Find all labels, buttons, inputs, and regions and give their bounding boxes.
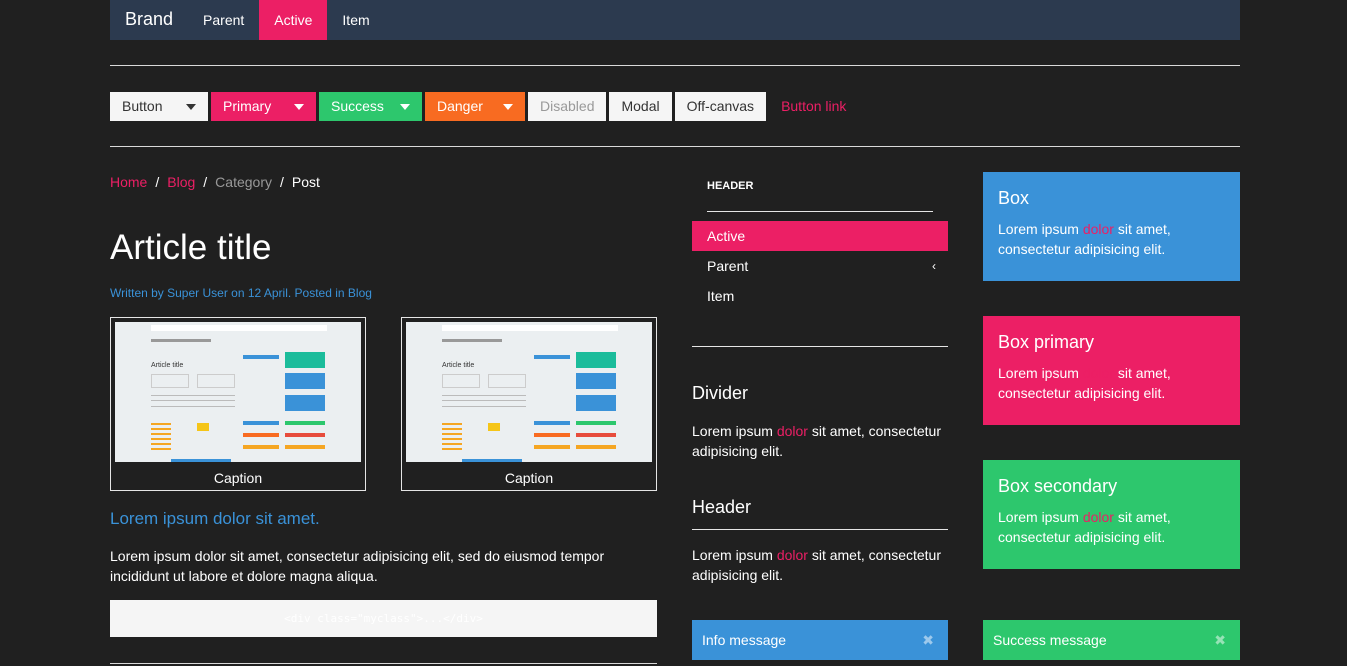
success-alert: Success message ✖ xyxy=(983,620,1240,660)
box-text: Lorem ipsum dolor sit amet, consectetur … xyxy=(998,365,1171,401)
nav-divider xyxy=(707,211,933,212)
code-block: <div class="myclass">...</div> xyxy=(110,600,657,637)
alert-text: Info message xyxy=(702,632,787,648)
breadcrumb-post: Post xyxy=(291,174,320,190)
page-container: Brand Parent Active Item Button Primary … xyxy=(110,0,1240,664)
thumbnail-image: Article title xyxy=(115,322,361,462)
breadcrumb: Home / Blog / Category / Post xyxy=(110,174,320,190)
divider xyxy=(110,65,1240,66)
caret-down-icon xyxy=(400,103,410,110)
navbar: Brand Parent Active Item xyxy=(110,0,1240,40)
divider xyxy=(110,663,657,664)
lead-link[interactable]: Lorem ipsum dolor sit amet. xyxy=(110,509,320,529)
side-nav-item-label: Parent xyxy=(707,258,749,274)
info-alert: Info message ✖ xyxy=(692,620,948,660)
box-title: Box secondary xyxy=(998,476,1118,496)
breadcrumb-home[interactable]: Home xyxy=(110,174,147,190)
article-title: Article title xyxy=(110,228,272,267)
article-meta: Written by Super User on 12 April. Poste… xyxy=(110,286,372,300)
danger-label: Danger xyxy=(437,98,483,114)
box-text: Lorem ipsum dolor sit amet, consectetur … xyxy=(998,509,1171,545)
button-label: Button xyxy=(122,98,163,114)
panel-text: Lorem ipsum dolor sit amet, consectetur … xyxy=(692,423,942,459)
close-icon[interactable]: ✖ xyxy=(1214,620,1226,660)
panel-divider xyxy=(692,346,948,347)
chevron-left-icon: ‹ xyxy=(932,259,936,273)
box-title: Box primary xyxy=(998,332,1095,352)
caret-down-icon xyxy=(503,103,513,110)
nav-item-active[interactable]: Active xyxy=(259,0,328,40)
caret-down-icon xyxy=(186,103,196,110)
thumbnail-figure[interactable]: Article title Caption xyxy=(401,317,657,491)
breadcrumb-separator: / xyxy=(203,174,208,190)
breadcrumb-separator: / xyxy=(155,174,160,190)
nav-item-parent[interactable]: Parent xyxy=(188,0,259,40)
side-nav-item-parent[interactable]: Parent ‹ xyxy=(692,251,948,281)
success-label: Success xyxy=(331,98,384,114)
thumbnail-figure[interactable]: Article title Caption xyxy=(110,317,366,491)
thumbnail-title: Article title xyxy=(151,362,184,369)
nav-header: HEADER xyxy=(707,180,754,192)
nav-item-item[interactable]: Item xyxy=(327,0,384,40)
breadcrumb-separator: / xyxy=(279,174,284,190)
box-primary: Box primary Lorem ipsum dolor sit amet, … xyxy=(983,316,1240,425)
success-dropdown-button[interactable]: Success xyxy=(319,92,422,121)
primary-label: Primary xyxy=(223,98,272,114)
caret-down-icon xyxy=(294,103,304,110)
side-nav-item-item[interactable]: Item xyxy=(692,281,948,311)
alert-text: Success message xyxy=(993,632,1107,648)
divider xyxy=(110,146,1240,147)
header-underline xyxy=(692,529,948,530)
panel-text: Lorem ipsum dolor sit amet, consectetur … xyxy=(692,547,942,583)
box-secondary: Box secondary Lorem ipsum dolor sit amet… xyxy=(983,460,1240,569)
button-link[interactable]: Button link xyxy=(769,92,858,121)
panel-title-header: Header xyxy=(692,497,752,517)
side-nav-item-active[interactable]: Active xyxy=(692,221,948,251)
breadcrumb-category: Category xyxy=(215,174,272,190)
disabled-button: Disabled xyxy=(528,92,607,121)
primary-dropdown-button[interactable]: Primary xyxy=(211,92,316,121)
close-icon[interactable]: ✖ xyxy=(922,620,934,660)
figure-caption: Caption xyxy=(504,470,554,486)
brand-logo[interactable]: Brand xyxy=(110,0,188,40)
box-text: Lorem ipsum dolor sit amet, consectetur … xyxy=(998,221,1171,257)
modal-button[interactable]: Modal xyxy=(609,92,672,121)
offcanvas-button[interactable]: Off-canvas xyxy=(674,92,767,121)
button-dropdown[interactable]: Button xyxy=(110,92,208,121)
box-title: Box xyxy=(998,188,1030,208)
panel-title-divider: Divider xyxy=(692,383,749,403)
thumbnail-title: Article title xyxy=(442,362,475,369)
breadcrumb-blog[interactable]: Blog xyxy=(167,174,195,190)
box-default: Box Lorem ipsum dolor sit amet, consecte… xyxy=(983,172,1240,281)
thumbnail-image: Article title xyxy=(406,322,652,462)
article-paragraph: Lorem ipsum dolor sit amet, consectetur … xyxy=(110,548,605,584)
danger-dropdown-button[interactable]: Danger xyxy=(425,92,525,121)
button-row: Button Primary Success Danger Disabled M… xyxy=(110,92,861,121)
figure-caption: Caption xyxy=(213,470,263,486)
